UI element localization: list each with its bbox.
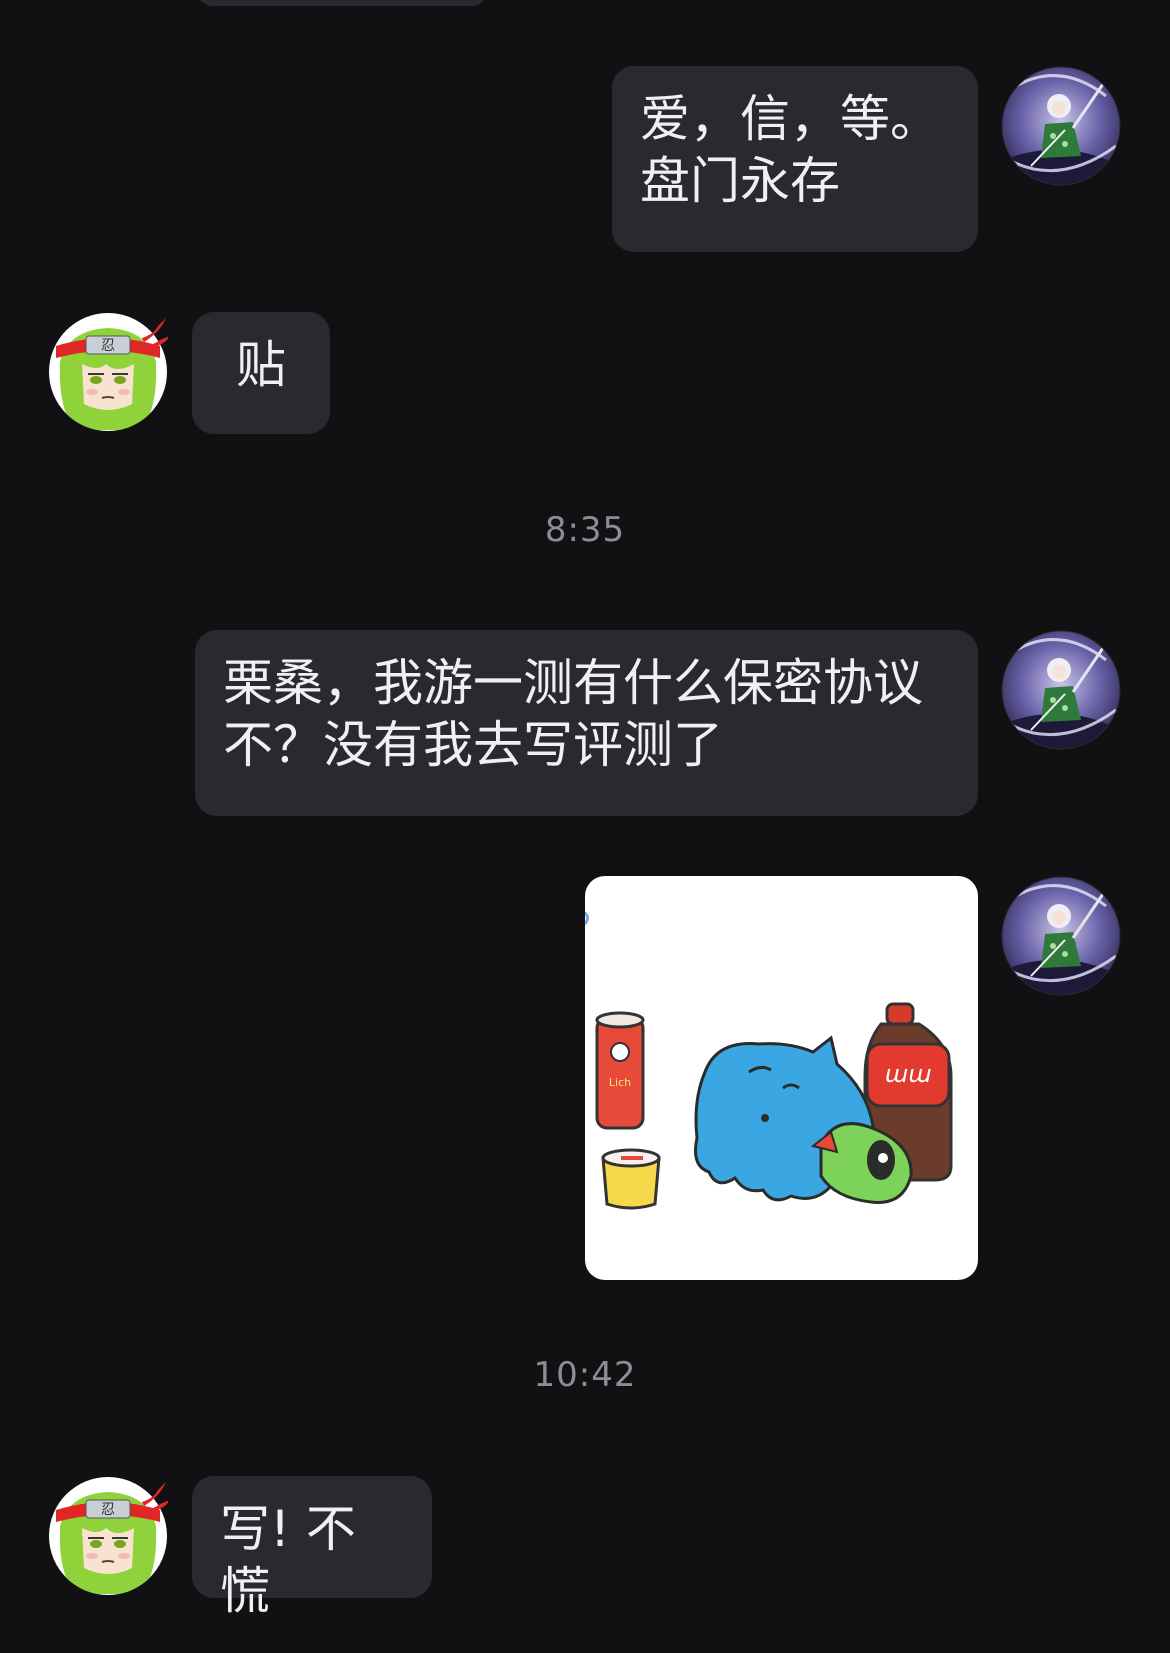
silver-haired-swordgirl-avatar-icon xyxy=(1001,630,1121,750)
svg-text:ɯɯ: ɯɯ xyxy=(885,1060,932,1088)
green-haired-ninja-girl-avatar-icon xyxy=(48,1476,168,1596)
blue-cat-snacks-sticker-icon: Lich ɯɯ xyxy=(585,911,953,1210)
message-bubble-self[interactable]: 栗桑，我游一测有什么保密协议 不？没有我去写评测了 xyxy=(195,630,978,816)
other-avatar[interactable] xyxy=(48,312,168,432)
svg-text:Lich: Lich xyxy=(609,1076,631,1089)
other-avatar[interactable] xyxy=(48,1476,168,1596)
self-avatar[interactable] xyxy=(1001,66,1121,186)
sticker-message[interactable]: Lich ɯɯ xyxy=(585,876,978,1280)
silver-haired-swordgirl-avatar-icon xyxy=(1001,66,1121,186)
self-avatar[interactable] xyxy=(1001,876,1121,996)
previous-message-bubble-partial[interactable] xyxy=(196,0,488,6)
message-bubble-other[interactable]: 贴 xyxy=(192,312,330,434)
timestamp: 8:35 xyxy=(544,510,626,550)
silver-haired-swordgirl-avatar-icon xyxy=(1001,876,1121,996)
green-haired-ninja-girl-avatar-icon xyxy=(48,312,168,432)
message-bubble-other[interactable]: 写! 不慌 xyxy=(192,1476,432,1620)
self-avatar[interactable] xyxy=(1001,630,1121,750)
message-bubble-self[interactable]: 爱，信，等。 盘门永存 xyxy=(612,66,978,252)
timestamp: 10:42 xyxy=(533,1355,637,1395)
